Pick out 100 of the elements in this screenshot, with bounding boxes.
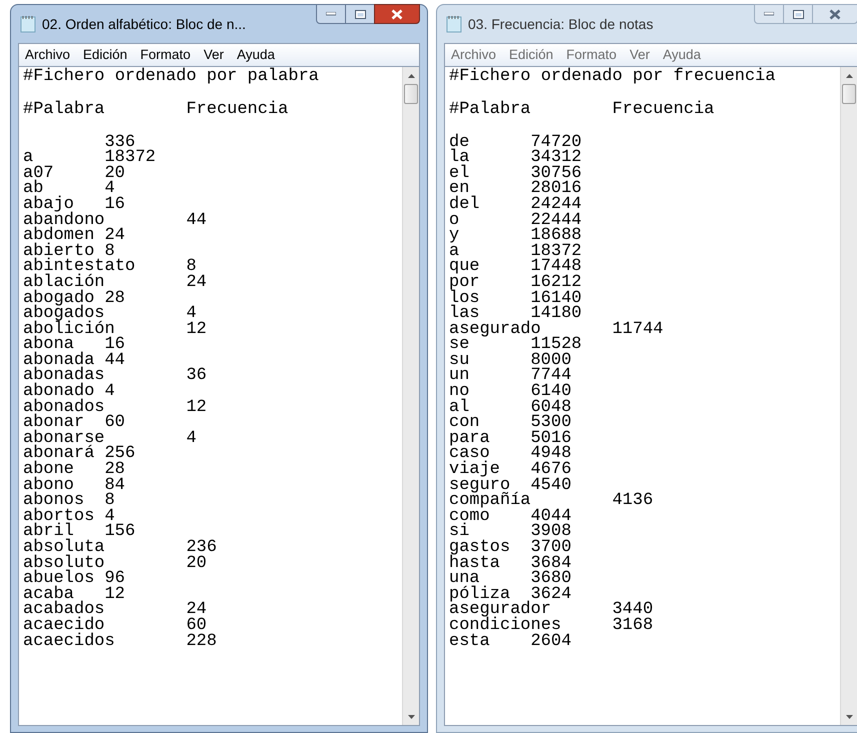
minimize-icon bbox=[764, 12, 774, 16]
word-text: el bbox=[449, 166, 470, 182]
count-text: 336 bbox=[104, 134, 136, 150]
count-text: 16 bbox=[104, 196, 126, 213]
minimize-button[interactable] bbox=[316, 4, 346, 24]
count-text: 5016 bbox=[530, 430, 572, 446]
heading-text: #Fichero ordenado por palabra bbox=[23, 69, 319, 86]
count-text: 44 bbox=[186, 212, 207, 228]
count-text: 4 bbox=[104, 508, 115, 524]
count-text: 8000 bbox=[530, 352, 572, 368]
count-text: 36 bbox=[186, 368, 207, 384]
count-text: 8 bbox=[104, 244, 115, 260]
menu-item[interactable]: Ver bbox=[204, 44, 224, 66]
word-text: acaecido bbox=[23, 618, 105, 634]
column-header: Frecuencia bbox=[612, 102, 714, 118]
count-text: 6140 bbox=[530, 384, 572, 400]
count-text: 28 bbox=[104, 462, 126, 478]
count-text: 12 bbox=[186, 322, 207, 338]
scrollbar[interactable] bbox=[840, 67, 857, 725]
word-text: absoluta bbox=[23, 540, 106, 556]
word-text: con bbox=[449, 415, 481, 431]
maximize-icon bbox=[792, 10, 804, 18]
word-text: asegurado bbox=[449, 322, 541, 338]
word-text: abajo bbox=[23, 196, 74, 213]
scroll-thumb[interactable] bbox=[404, 84, 418, 104]
word-text: del bbox=[449, 196, 481, 213]
word-text: asegurador bbox=[449, 602, 552, 618]
word-text: seguro bbox=[449, 478, 510, 494]
word-text: no bbox=[449, 384, 470, 400]
scroll-thumb[interactable] bbox=[842, 84, 856, 104]
count-text: 3908 bbox=[530, 524, 572, 540]
close-button[interactable] bbox=[812, 4, 857, 24]
word-text: gastos bbox=[449, 540, 512, 556]
count-text: 96 bbox=[104, 571, 126, 587]
word-text: acaecidos bbox=[23, 634, 116, 650]
count-text: 2604 bbox=[530, 634, 572, 650]
count-text: 60 bbox=[104, 415, 126, 431]
word-text: abintestato bbox=[23, 259, 136, 275]
menu-item[interactable]: Archivo bbox=[451, 44, 496, 66]
menu-item[interactable]: Archivo bbox=[25, 44, 70, 66]
word-text: esta bbox=[449, 634, 491, 650]
menu-item[interactable]: Ayuda bbox=[236, 44, 275, 66]
count-text: 236 bbox=[186, 540, 217, 556]
count-text: 12 bbox=[186, 400, 207, 416]
word-text: al bbox=[449, 400, 470, 416]
word-text: la bbox=[449, 150, 470, 166]
word-text: ab bbox=[23, 181, 44, 197]
count-text: 34312 bbox=[530, 150, 582, 166]
count-text: 8 bbox=[186, 259, 196, 275]
word-text: las bbox=[449, 306, 480, 322]
column-header: Frecuencia bbox=[186, 102, 288, 118]
word-text: abril bbox=[23, 524, 74, 540]
menu-item[interactable]: Edición bbox=[83, 44, 128, 66]
word-text: condiciones bbox=[449, 618, 562, 634]
word-text: ablación bbox=[23, 274, 106, 290]
word-text: y bbox=[449, 228, 460, 244]
count-text: 3624 bbox=[530, 586, 572, 602]
count-text: 4 bbox=[186, 430, 196, 446]
count-text: 24 bbox=[186, 602, 207, 618]
count-text: 3700 bbox=[530, 540, 572, 556]
menu-item[interactable]: Formato bbox=[140, 44, 191, 66]
menu-item[interactable]: Ver bbox=[630, 44, 650, 66]
count-text: 11744 bbox=[612, 322, 664, 338]
close-icon bbox=[391, 8, 403, 20]
word-text: un bbox=[449, 368, 470, 384]
menu-item[interactable]: Formato bbox=[566, 44, 617, 66]
word-text: abonar bbox=[23, 415, 84, 431]
minimize-button[interactable] bbox=[754, 4, 784, 24]
count-text: 17448 bbox=[530, 259, 582, 275]
count-text: 18688 bbox=[530, 228, 582, 244]
maximize-button[interactable] bbox=[784, 4, 812, 24]
count-text: 28016 bbox=[530, 181, 582, 197]
word-text: abogados bbox=[23, 306, 105, 322]
column-header: #Palabra bbox=[449, 102, 532, 118]
close-button[interactable] bbox=[374, 4, 420, 24]
count-text: 3440 bbox=[612, 602, 654, 618]
word-text: abonos bbox=[23, 493, 84, 509]
count-text: 16 bbox=[104, 337, 126, 353]
word-text: si bbox=[449, 524, 470, 540]
count-text: 4540 bbox=[530, 478, 572, 494]
word-text: viaje bbox=[449, 462, 502, 478]
count-text: 44 bbox=[104, 352, 126, 368]
count-text: 4 bbox=[104, 181, 115, 197]
heading-text: #Fichero ordenado por frecuencia bbox=[449, 69, 776, 86]
count-text: 12 bbox=[104, 586, 126, 602]
scrollbar[interactable] bbox=[402, 67, 419, 725]
count-text: 22444 bbox=[530, 212, 582, 228]
menu-item[interactable]: Ayuda bbox=[662, 44, 701, 66]
word-text: su bbox=[449, 352, 470, 368]
count-text: 14180 bbox=[530, 306, 582, 322]
count-text: 4044 bbox=[530, 508, 572, 524]
window-title: 02. Orden alfabético: Bloc de n... bbox=[42, 14, 246, 34]
close-icon bbox=[829, 8, 841, 20]
count-text: 16140 bbox=[530, 290, 582, 306]
maximize-button[interactable] bbox=[346, 4, 374, 24]
word-text: que bbox=[449, 259, 481, 275]
count-text: 18372 bbox=[104, 150, 156, 166]
menu-item[interactable]: Edición bbox=[509, 44, 554, 66]
word-text: para bbox=[449, 430, 491, 446]
count-text: 11528 bbox=[530, 337, 582, 353]
